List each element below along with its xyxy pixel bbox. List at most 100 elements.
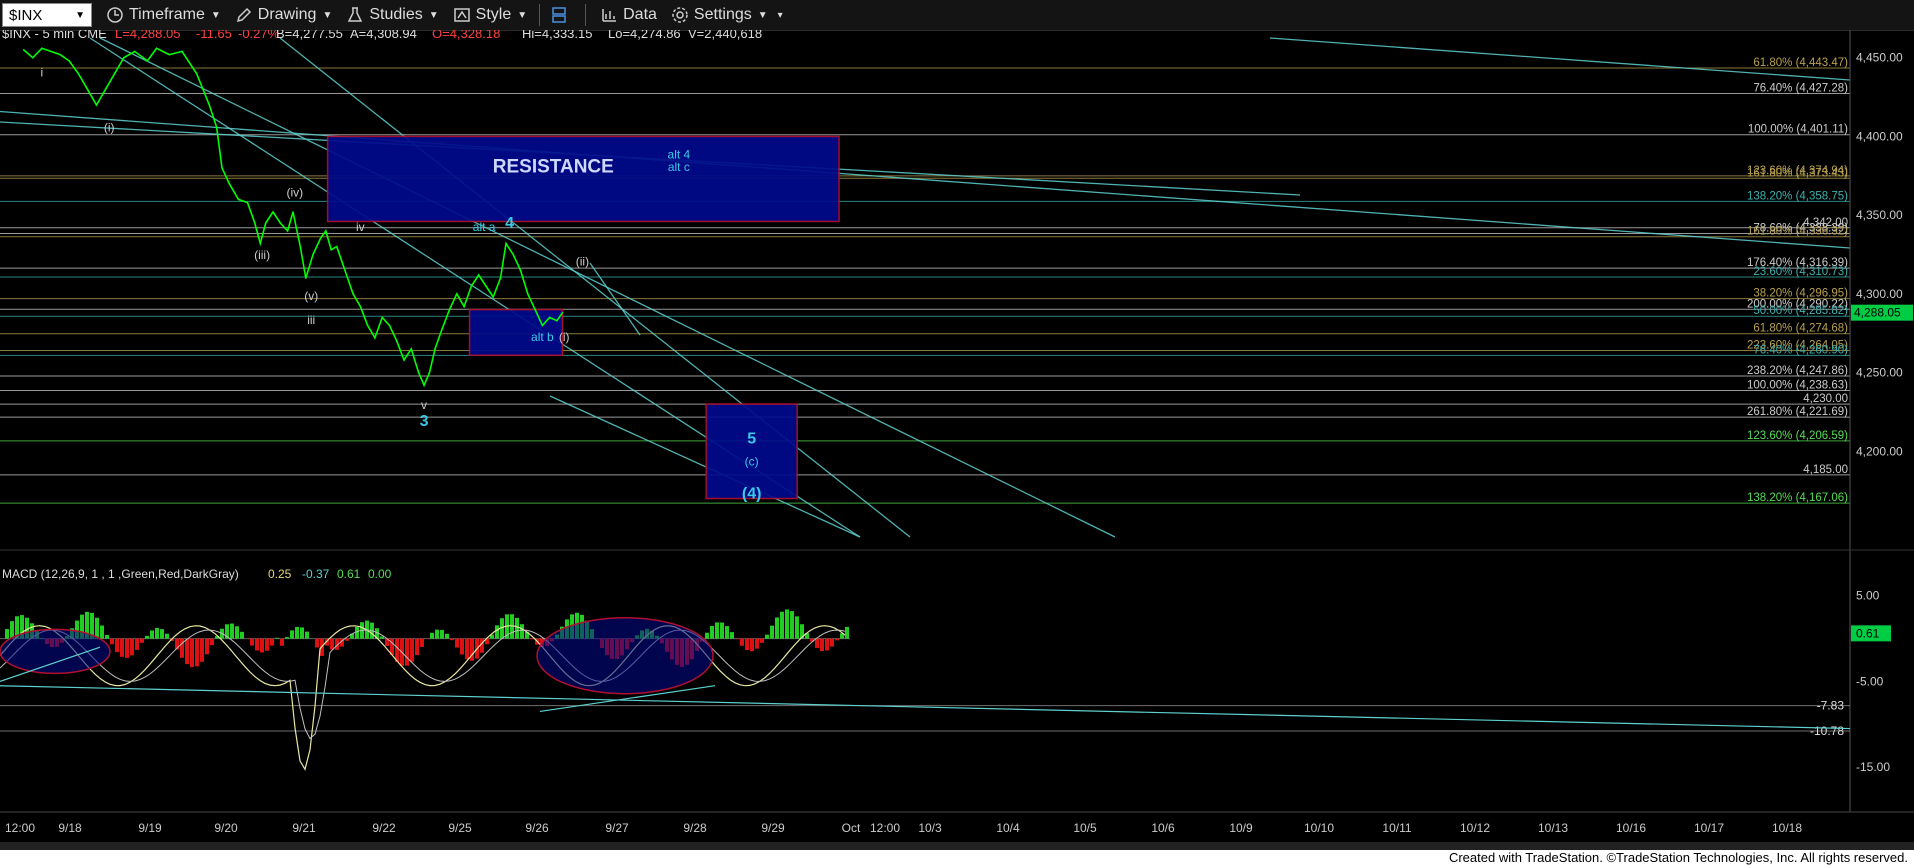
price-point <box>312 253 314 256</box>
price-point <box>477 274 480 276</box>
macd-histogram-bar <box>530 638 534 640</box>
macd-histogram-bar <box>420 638 424 647</box>
price-point <box>221 167 223 169</box>
macd-histogram-bar <box>180 638 184 658</box>
symbol-input[interactable]: $INX ▼ <box>2 3 92 27</box>
price-point <box>366 324 369 327</box>
last-price-label: 4,288.05 <box>1854 306 1901 320</box>
time-tick: 10/11 <box>1382 821 1411 835</box>
fib-label: 76.40% (4,427.28) <box>1753 83 1848 95</box>
price-tick: 4,200.00 <box>1856 444 1903 458</box>
wave-label: alt a <box>473 220 496 234</box>
macd-histogram-bar <box>100 625 104 639</box>
fib-label: 138.20% (4,167.06) <box>1747 492 1848 504</box>
macd-histogram-bar <box>285 637 289 639</box>
price-point <box>95 104 98 106</box>
macd-histogram-bar <box>355 626 359 639</box>
price-axis: 4,450.00 4,400.00 4,350.00 4,300.00 4,250.00… <box>1849 30 1913 812</box>
time-tick: 9/21 <box>292 821 316 835</box>
fib-label: 23.60% (4,310.73) <box>1753 266 1848 278</box>
style-button[interactable]: Style ▼ <box>453 6 527 24</box>
chevron-down-icon: ▼ <box>757 9 768 21</box>
price-point <box>41 47 43 50</box>
macd-histogram-bar <box>410 638 414 662</box>
macd-histogram-bar <box>405 638 409 666</box>
macd-histogram-bar <box>835 638 839 641</box>
fib-label: 161.80% (4,373.43) <box>1747 167 1848 179</box>
time-tick: 10/6 <box>1151 821 1175 835</box>
price-point <box>155 47 158 50</box>
macd-histogram-bar <box>740 638 744 646</box>
macd-histogram-bar <box>265 638 269 651</box>
price-point <box>428 371 431 374</box>
macd-histogram-bar <box>440 630 444 639</box>
macd-histogram-bar <box>750 638 754 652</box>
time-tick: 9/19 <box>138 821 162 835</box>
layout-button[interactable] <box>550 6 573 24</box>
macd-histogram-bar <box>295 626 299 639</box>
zone-label: RESISTANCE <box>493 156 614 177</box>
trend-lines <box>0 37 1851 538</box>
price-point <box>395 340 398 342</box>
macd-histogram-bar <box>760 638 764 643</box>
macd-histogram-bar <box>450 638 454 641</box>
time-tick: 9/20 <box>214 821 238 835</box>
macd-histogram-bar <box>710 625 714 639</box>
macd-histogram-bar <box>155 628 159 639</box>
macd-histogram-bar <box>720 622 724 639</box>
macd-histogram-bar <box>270 638 274 646</box>
timeframe-label: Timeframe <box>129 6 205 23</box>
price-point <box>168 53 171 56</box>
data-button[interactable]: Data <box>600 6 657 24</box>
toolbar-divider <box>539 4 541 26</box>
settings-button[interactable]: Settings ▼ <box>671 6 768 24</box>
price-point <box>254 222 256 224</box>
data-label: Data <box>623 6 657 23</box>
timeframe-button[interactable]: Timeframe ▼ <box>106 6 221 24</box>
style-label: Style <box>475 6 512 23</box>
time-tick: 9/18 <box>58 821 82 835</box>
macd-histogram-bar <box>480 638 484 653</box>
drawing-button[interactable]: Drawing ▼ <box>235 6 332 24</box>
macd-histogram-bar <box>135 638 139 650</box>
studies-button[interactable]: Studies ▼ <box>346 6 439 24</box>
macd-histogram-bar <box>165 633 169 639</box>
time-tick: 9/28 <box>683 821 707 835</box>
macd-histogram-bar <box>120 638 124 657</box>
macd-histogram-bar <box>205 638 209 655</box>
macd-trend-line <box>0 685 1851 730</box>
fib-label: 61.80% (4,274.68) <box>1753 323 1848 335</box>
price-point <box>237 198 240 201</box>
fib-label: 161.80% (4,336.32) <box>1747 226 1848 238</box>
toolbar-divider <box>585 4 587 26</box>
fib-label: 238.20% (4,247.86) <box>1747 365 1848 377</box>
price-point <box>59 53 61 56</box>
macd-histogram-bar <box>730 632 734 639</box>
fib-label: 76.40% (4,260.90) <box>1753 344 1848 356</box>
macd-histogram-bar <box>280 638 284 646</box>
macd-histogram-bar <box>815 638 819 648</box>
macd-histogram-bar <box>770 625 774 639</box>
time-tick: 10/16 <box>1616 821 1646 835</box>
price-point <box>246 201 249 204</box>
macd-histogram-bar <box>460 638 464 655</box>
macd-histogram-bar <box>305 631 309 639</box>
macd-histogram-bar <box>520 624 524 639</box>
style-icon <box>453 6 471 24</box>
chart-scrollbar[interactable] <box>0 842 1914 850</box>
fib-label: 138.20% (4,358.75) <box>1747 190 1848 202</box>
macd-histogram-bar <box>735 638 739 640</box>
price-tick: 4,250.00 <box>1856 366 1903 380</box>
macd-histogram-bar <box>705 632 709 639</box>
macd-histogram-bar <box>445 633 449 639</box>
macd-histogram-bar <box>780 611 784 639</box>
macd-histogram-bar <box>785 609 789 639</box>
price-point <box>381 316 384 319</box>
wave-label: i <box>41 66 44 80</box>
time-tick: 9/29 <box>761 821 785 835</box>
more-button[interactable]: ▾ <box>778 10 783 21</box>
wave-label: (i) <box>104 121 115 135</box>
price-point <box>410 348 413 350</box>
price-point <box>68 60 70 62</box>
price-chart[interactable]: $INX - 5 min CME L=4,288.05 -11.65 -0.27%B=… <box>0 30 1914 842</box>
